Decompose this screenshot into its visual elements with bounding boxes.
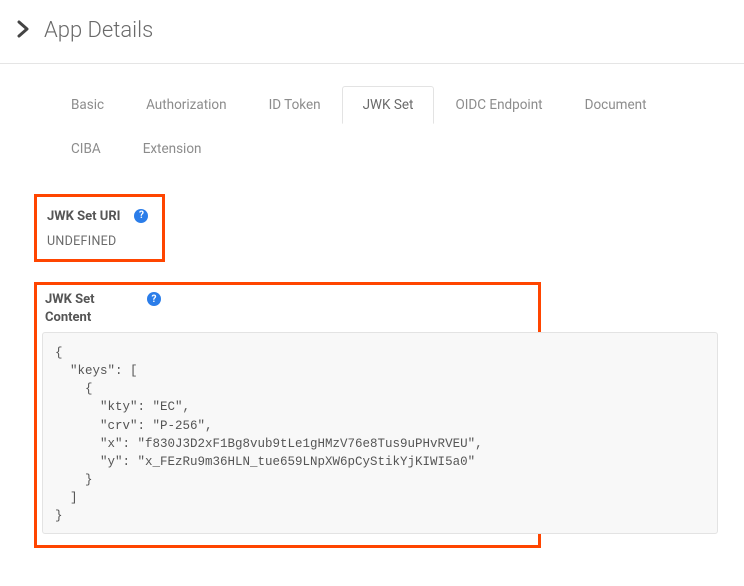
- help-icon[interactable]: ?: [134, 209, 148, 223]
- content-area: Basic Authorization ID Token JWK Set OID…: [0, 64, 744, 548]
- help-icon[interactable]: ?: [147, 292, 161, 306]
- jwk-uri-value: UNDEFINED: [47, 234, 148, 249]
- tab-ciba[interactable]: CIBA: [50, 130, 122, 168]
- page-title: App Details: [44, 18, 153, 43]
- tab-basic[interactable]: Basic: [50, 86, 125, 124]
- jwk-content-code[interactable]: { "keys": [ { "kty": "EC", "crv": "P-256…: [45, 332, 530, 537]
- tab-document[interactable]: Document: [564, 86, 668, 124]
- tab-oidc-endpoint[interactable]: OIDC Endpoint: [434, 86, 563, 124]
- highlight-jwk-content: JWK Set Content ? { "keys": [ { "kty": "…: [34, 282, 541, 548]
- code-area: { "keys": [ { "kty": "EC", "crv": "P-256…: [45, 332, 530, 537]
- jwk-set-content-section: JWK Set Content ? { "keys": [ { "kty": "…: [36, 282, 728, 548]
- jwk-uri-label: JWK Set URI: [47, 209, 121, 224]
- tab-bar: Basic Authorization ID Token JWK Set OID…: [36, 64, 728, 184]
- tab-authorization[interactable]: Authorization: [125, 86, 247, 124]
- page-header: App Details: [0, 0, 744, 64]
- jwk-content-label: JWK Set Content: [45, 291, 135, 326]
- chevron-right-icon[interactable]: [16, 19, 30, 43]
- jwk-set-uri-section: JWK Set URI ? UNDEFINED: [36, 194, 728, 262]
- tab-extension[interactable]: Extension: [122, 130, 223, 168]
- tab-jwk-set[interactable]: JWK Set: [342, 86, 435, 124]
- tab-id-token[interactable]: ID Token: [248, 86, 342, 124]
- highlight-jwk-uri: JWK Set URI ? UNDEFINED: [34, 194, 165, 262]
